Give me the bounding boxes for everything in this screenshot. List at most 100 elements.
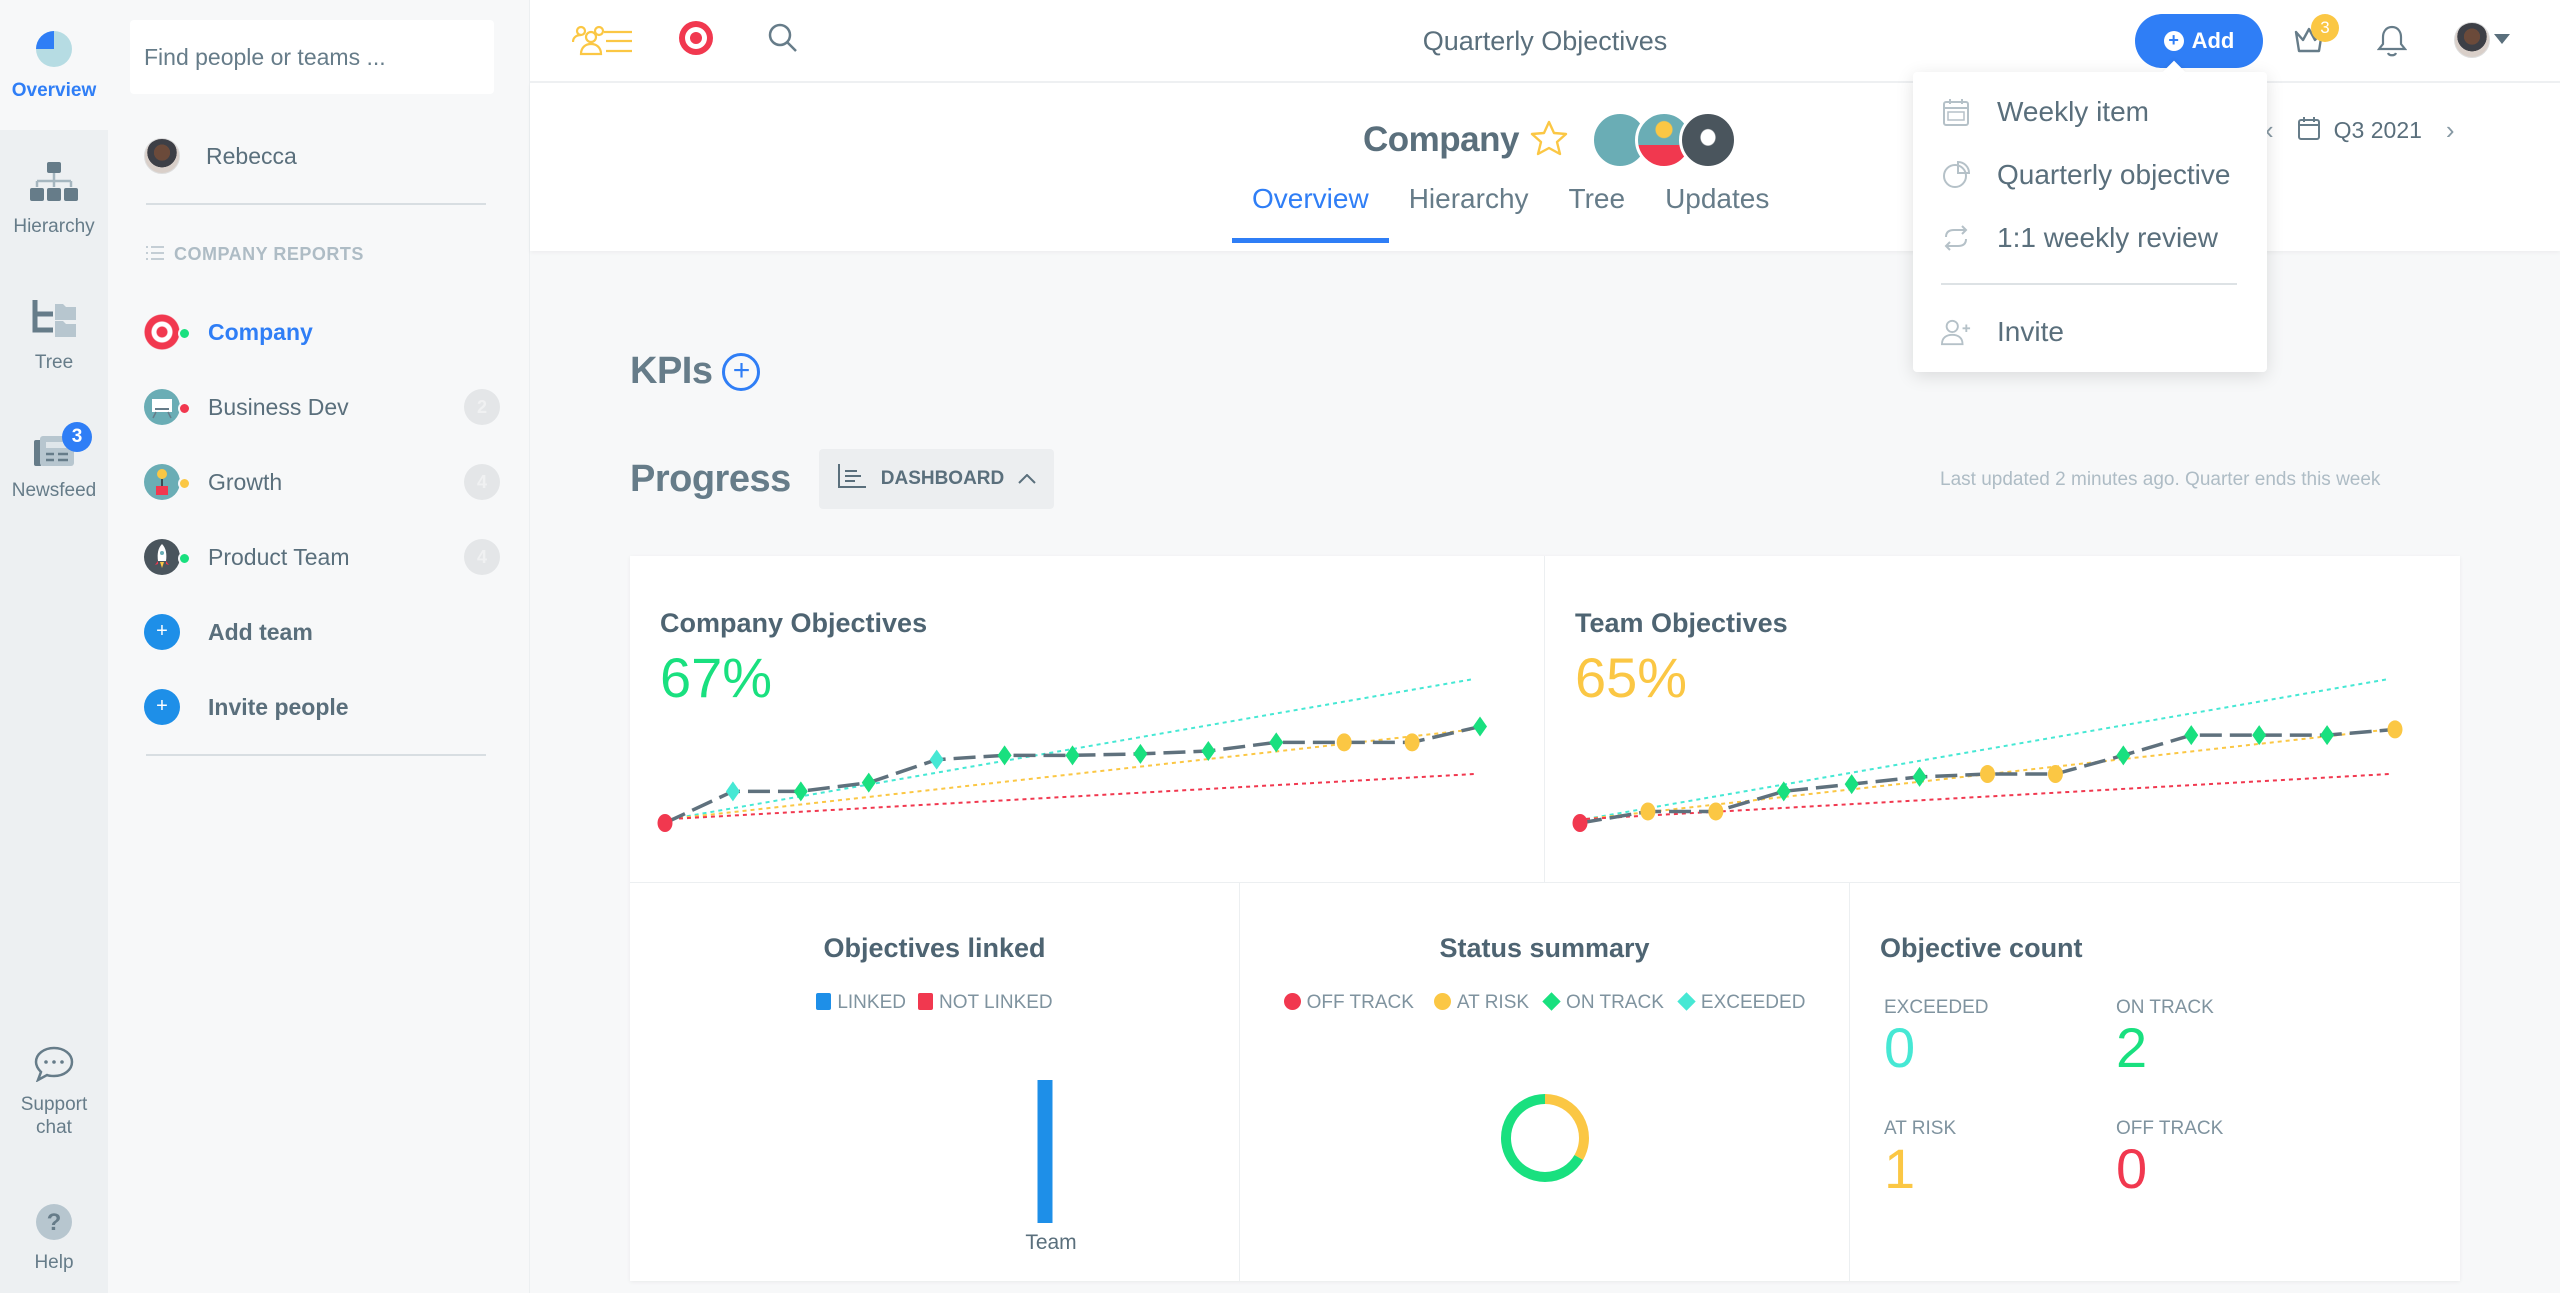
tab-overview[interactable]: Overview (1232, 183, 1389, 243)
team-title-text: Company (1363, 120, 1519, 159)
data-point-off-track (657, 814, 673, 832)
chevron-right-icon[interactable]: › (2446, 115, 2455, 146)
calendar-icon (1941, 98, 1971, 126)
add-button-label: Add (2191, 28, 2235, 53)
tab-updates[interactable]: Updates (1645, 183, 1789, 241)
legend-item-off-track: OFF TRACK (1283, 992, 1414, 1014)
rail-label: Hierarchy (13, 216, 95, 237)
profile-menu[interactable] (2454, 22, 2510, 58)
rail-item-support-chat[interactable]: Support chat (0, 1046, 108, 1139)
count-value: 0 (1884, 1016, 1916, 1079)
rail-label: Overview (11, 80, 97, 101)
data-point-at-risk (1980, 765, 1995, 784)
list-icon (146, 244, 164, 265)
chat-bubble-icon (34, 1046, 74, 1087)
data-point-at-risk (2047, 765, 2063, 784)
team-name: Product Team (208, 543, 350, 570)
tab-hierarchy[interactable]: Hierarchy (1389, 183, 1549, 241)
avatar (2454, 22, 2490, 58)
dashboard-toggle[interactable]: DASHBOARD (818, 449, 1055, 509)
help-icon: ? (36, 1204, 72, 1245)
status-legend: OFF TRACK AT RISK ON TRACK EXCEEDED (1240, 992, 1849, 1014)
star-icon[interactable] (1529, 119, 1569, 162)
rail-item-overview[interactable]: Overview (0, 0, 108, 130)
data-point-exceeded (929, 749, 944, 770)
legend-item-on-track: ON TRACK (1541, 992, 1664, 1014)
target-icon (144, 314, 191, 350)
legend-swatch (1542, 992, 1561, 1011)
search-icon[interactable] (767, 22, 799, 59)
team-count-badge: 4 (464, 539, 500, 575)
pie-chart-icon (35, 30, 73, 73)
svg-text:?: ? (47, 1209, 62, 1236)
bell-icon[interactable] (2376, 24, 2408, 63)
legend-label: ON TRACK (1566, 992, 1664, 1013)
tab-tree[interactable]: Tree (1549, 183, 1646, 241)
menu-item-weekly-item[interactable]: Weekly item (1913, 84, 2267, 140)
add-menu: Weekly item Quarterly objective 1:1 week… (1913, 72, 2267, 372)
chevron-up-icon (1018, 468, 1036, 490)
linked-legend: LINKED NOT LINKED (630, 992, 1239, 1014)
crown-icon[interactable]: 3 (2293, 14, 2339, 59)
user-name: Rebecca (206, 142, 297, 169)
count-value: 2 (2116, 1016, 2148, 1079)
search-input[interactable] (130, 20, 494, 94)
status-donut-chart (1501, 1094, 1589, 1182)
data-point-exceeded (725, 781, 740, 802)
count-exceeded: EXCEEDED 0 (1884, 997, 1989, 1077)
menu-item-weekly-review[interactable]: 1:1 weekly review (1913, 210, 2267, 266)
add-kpi-button[interactable]: + (722, 352, 761, 391)
count-at-risk: AT RISK 1 (1884, 1118, 1956, 1198)
card-title: Objective count (1880, 933, 2083, 963)
rocket-icon (1678, 111, 1737, 169)
target-icon[interactable] (677, 19, 715, 62)
guide-line-exceeded (1585, 678, 2390, 820)
legend-swatch (1677, 992, 1696, 1011)
data-point-on-track (2184, 725, 2199, 746)
legend-swatch (1433, 993, 1451, 1010)
rail-label: Newsfeed (11, 480, 97, 501)
count-value: 1 (1884, 1137, 1916, 1200)
team-item-business-dev[interactable]: Business Dev 2 (144, 387, 500, 427)
plus-icon: + (2163, 31, 2184, 51)
menu-item-quarterly-objective[interactable]: Quarterly objective (1913, 147, 2267, 203)
data-point-at-risk (1640, 802, 1656, 821)
newspaper-icon: 3 (34, 422, 92, 473)
progress-header: Progress DASHBOARD (630, 449, 1055, 509)
add-team-button[interactable]: + Add team (144, 612, 500, 652)
data-point-on-track (1844, 774, 1859, 795)
add-button[interactable]: + Add (2135, 14, 2263, 68)
plant-icon (144, 464, 191, 500)
objectives-linked-chart: Team (1025, 1080, 1077, 1254)
guide-line-off-track (670, 773, 1475, 820)
card-title: Company Objectives (660, 608, 928, 638)
team-title: Company (1363, 111, 1737, 169)
rail-item-hierarchy[interactable]: Hierarchy (0, 162, 108, 239)
legend-swatch (816, 993, 832, 1010)
rail-label: chat (36, 1117, 72, 1138)
legend-swatch (917, 993, 933, 1010)
data-point-on-track (997, 745, 1012, 766)
plus-icon: + (144, 614, 180, 650)
team-item-growth[interactable]: Growth 4 (144, 462, 500, 502)
team-item-product-team[interactable]: Product Team 4 (144, 537, 500, 577)
company-objectives-card: Company Objectives 67% (630, 556, 1545, 883)
status-dot (178, 552, 191, 565)
tree-icon (31, 298, 77, 345)
people-list-icon[interactable] (571, 24, 634, 61)
menu-item-invite[interactable]: Invite (1913, 304, 2267, 360)
quarter-select[interactable]: Q3 2021 (2297, 116, 2422, 146)
section-title: COMPANY REPORTS (146, 244, 364, 265)
legend-item-exceeded: EXCEEDED (1676, 992, 1805, 1014)
data-point-at-risk (1336, 733, 1352, 752)
data-point-on-track (1133, 743, 1148, 764)
rail-item-help[interactable]: ? Help (0, 1204, 108, 1275)
invite-people-button[interactable]: + Invite people (144, 687, 500, 727)
team-item-company[interactable]: Company (144, 312, 500, 352)
rail-item-newsfeed[interactable]: 3 Newsfeed (0, 422, 108, 503)
rail-item-tree[interactable]: Tree (0, 298, 108, 375)
quarter-label: Q3 2021 (2333, 117, 2422, 143)
user-item[interactable]: Rebecca (144, 138, 297, 174)
legend-label: OFF TRACK (1306, 992, 1414, 1013)
presentation-icon (144, 389, 191, 425)
